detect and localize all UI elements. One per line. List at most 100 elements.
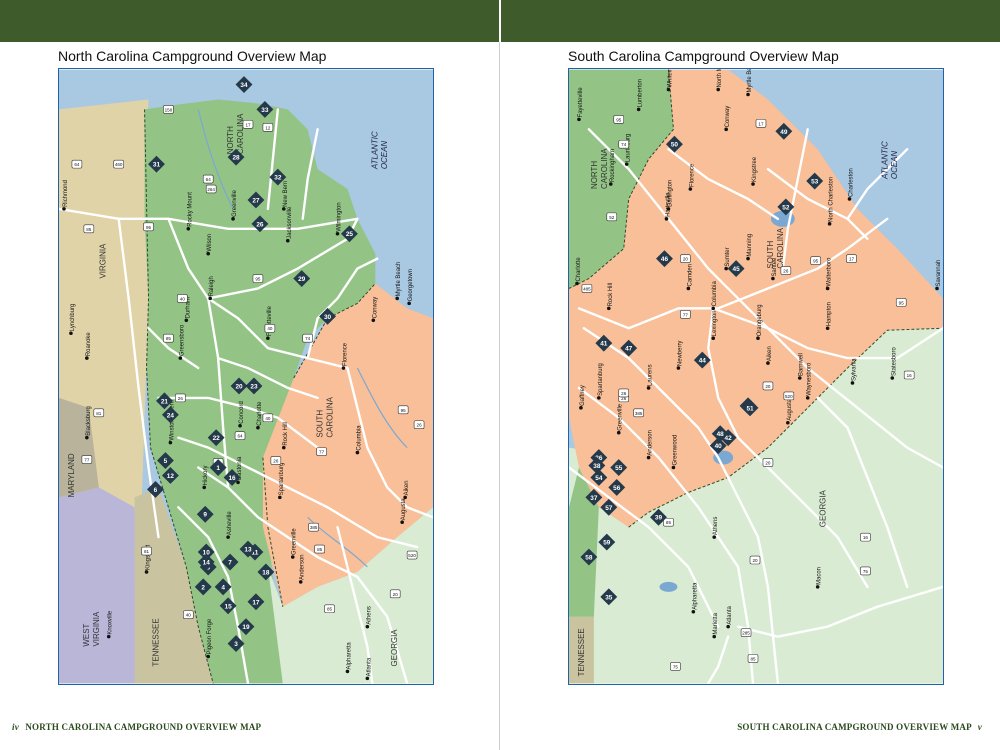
highway-number: 64 (74, 162, 80, 167)
city-marker: Waynesboro (805, 362, 813, 400)
city-marker: Greenville (231, 189, 238, 221)
city-label: Savannah (936, 260, 942, 287)
highway-number: 485 (583, 286, 591, 291)
page-divider (499, 42, 500, 750)
city-marker: Rock Hill (282, 422, 289, 450)
city-marker: New Bern (282, 181, 289, 211)
city-label: Manning (747, 234, 753, 257)
highway-shield-icon: 77 (680, 310, 691, 319)
campground-number: 51 (746, 405, 754, 412)
highway-number: 158 (165, 107, 173, 112)
sc-overview-map[interactable]: NORTH CAROLINA SOUTH CAROLINA GEORGIA TE… (568, 68, 944, 685)
city-marker: Kingstree (751, 156, 758, 186)
city-label: Marietta (713, 612, 719, 634)
city-label: Alpharetta (346, 642, 352, 670)
highway-shield-icon: 95 (143, 222, 154, 232)
highway-number: 520 (785, 394, 793, 399)
highway-number: 16 (907, 373, 913, 378)
city-marker: Barnwell (797, 353, 805, 380)
campground-number: 57 (605, 505, 613, 512)
campground-number: 4 (221, 584, 225, 591)
city-label: Roanoke (86, 332, 92, 357)
city-marker: Athens (365, 606, 372, 629)
campground-number: 20 (235, 383, 243, 390)
wv-label-2: VIRGINIA (92, 611, 101, 647)
nc-label-1: NORTH (226, 126, 235, 154)
west-virginia-region (59, 487, 135, 684)
nc-overview-map[interactable]: VIRGINIA NORTH CAROLINA SOUTH CAROLINA T… (58, 68, 434, 685)
city-marker: Augusta (786, 398, 793, 425)
highway-number: 81 (96, 411, 102, 416)
city-marker: Aiken (766, 346, 773, 365)
campground-number: 54 (595, 475, 603, 482)
city-marker: Myrtle Beach (746, 69, 753, 97)
city-marker: Manning (746, 234, 753, 261)
highway-shield-icon: 85 (663, 517, 674, 527)
highway-number: 20 (752, 558, 758, 563)
highway-number: 85 (750, 656, 756, 661)
highway-shield-icon: 40 (183, 610, 194, 620)
campground-number: 45 (733, 266, 741, 273)
city-label: Anderson (300, 554, 306, 579)
city-marker: Conway (371, 297, 378, 323)
campground-number: 37 (590, 495, 598, 502)
city-marker: Florence (688, 163, 695, 191)
highway-shield-icon: 520 (406, 550, 418, 560)
highway-number: 95 (813, 259, 819, 264)
city-label: Myrtle Beach (747, 69, 753, 93)
highway-shield-icon: 20 (749, 555, 761, 565)
highway-shield-icon: 285 (740, 628, 752, 637)
city-marker: Lynchburg (69, 304, 76, 336)
highway-number: 20 (393, 592, 399, 597)
city-marker: Charleston (847, 168, 854, 201)
city-label: Raleigh (209, 276, 215, 296)
highway-shield-icon: 20 (762, 458, 774, 467)
folio-right: SOUTH CAROLINA CAMPGROUND OVERVIEW MAP v (737, 722, 986, 732)
campground-number: 50 (671, 142, 679, 149)
folio-text-left: NORTH CAROLINA CAMPGROUND OVERVIEW MAP (25, 722, 262, 732)
city-label: North Myrtle Beach (717, 69, 723, 88)
campground-number: 27 (252, 197, 260, 204)
campground-number: 29 (298, 276, 306, 283)
city-label: Camden (687, 264, 693, 287)
city-marker: Hickory (202, 466, 209, 490)
highway-shield-icon: 26 (270, 456, 282, 465)
highway-shield-icon: 85 (163, 333, 174, 343)
highway-number: 26 (178, 396, 184, 401)
highway-shield-icon: 85 (747, 654, 759, 663)
campground-number: 2 (201, 584, 205, 591)
highway-number: 20 (683, 257, 689, 262)
city-marker: Atlanta (726, 605, 733, 629)
highway-number: 77 (319, 450, 325, 455)
city-label: Santee (772, 257, 778, 277)
city-marker: Knoxville (106, 610, 114, 639)
highway-number: 85 (166, 336, 172, 341)
city-marker: Columbia (711, 281, 718, 311)
campground-number: 23 (250, 383, 258, 390)
highway-number: 95 (401, 408, 407, 413)
city-marker: Rock Hill (606, 283, 614, 311)
city-marker: Richmond (62, 180, 69, 211)
city-label: Lynchburg (70, 304, 76, 332)
campground-number: 26 (256, 221, 264, 228)
city-label: Knoxville (108, 610, 114, 635)
highway-number: 20 (765, 461, 771, 466)
highway-number: 16 (863, 535, 869, 540)
highway-number: 17 (849, 257, 855, 262)
highway-number: 26 (273, 459, 279, 464)
highway-shield-icon: 95 (397, 405, 409, 415)
campground-number: 9 (203, 512, 207, 519)
nc-label-1: NORTH (590, 161, 599, 189)
highway-number: 17 (245, 122, 251, 127)
highway-shield-icon: 95 (810, 256, 821, 265)
highway-shield-icon: 17 (242, 120, 254, 129)
highway-shield-icon: 74 (618, 139, 629, 149)
city-label: Conway (725, 106, 731, 128)
city-marker: Marietta (712, 612, 719, 639)
city-marker: Rockingham (608, 149, 616, 186)
highway-number: 264 (207, 187, 215, 192)
campground-number: 52 (782, 204, 790, 211)
city-label: Spartanburg (279, 463, 285, 496)
city-label: Blacksburg (86, 406, 92, 435)
campground-number: 15 (225, 603, 233, 610)
